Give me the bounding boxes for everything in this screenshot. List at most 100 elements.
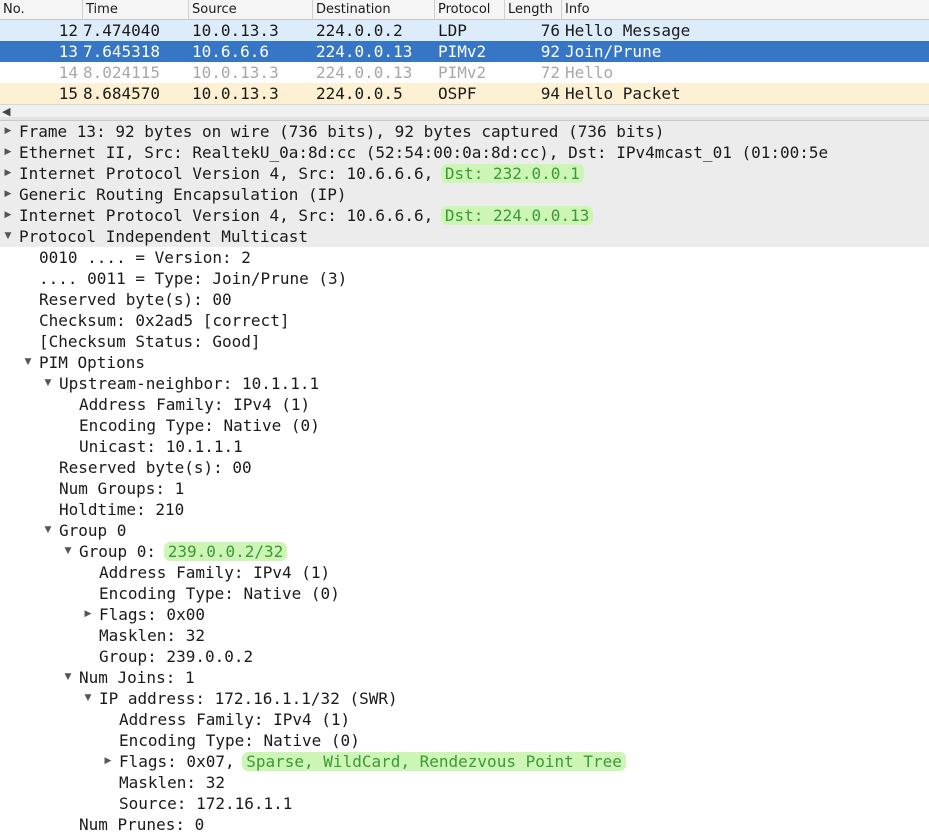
tree-item-encoding-type[interactable]: Encoding Type: Native (0) — [0, 730, 929, 751]
tree-item-group-0[interactable]: ▼ Group 0 — [0, 520, 929, 541]
col-header-destination[interactable]: Destination — [313, 0, 435, 20]
tree-item-reserved[interactable]: Reserved byte(s): 00 — [0, 289, 929, 310]
col-header-source[interactable]: Source — [189, 0, 313, 20]
packet-row[interactable]: 15 8.684570 10.0.13.3 224.0.0.5 OSPF 94 … — [0, 83, 929, 104]
packet-info: Join/Prune — [565, 42, 662, 61]
highlighted-group: 239.0.0.2/32 — [163, 542, 288, 561]
tree-label: Reserved byte(s): 00 — [59, 458, 252, 477]
packet-no: 15 — [58, 84, 78, 103]
packet-time: 8.024115 — [83, 63, 161, 82]
tree-item-group-flags[interactable]: ▶ Flags: 0x00 — [0, 604, 929, 625]
tree-label: Ethernet II, Src: RealtekU_0a:8d:cc (52:… — [19, 143, 829, 162]
tree-item-encoding-type[interactable]: Encoding Type: Native (0) — [0, 415, 929, 436]
tree-item-group-0-address[interactable]: ▼ Group 0: 239.0.0.2/32 — [0, 541, 929, 562]
tree-label: PIM Options — [39, 353, 145, 372]
tree-item-num-groups[interactable]: Num Groups: 1 — [0, 478, 929, 499]
packet-length: 92 — [540, 42, 560, 61]
highlighted-flags: Sparse, WildCard, Rendezvous Point Tree — [242, 752, 626, 771]
packet-length: 72 — [540, 63, 560, 82]
tree-item-address-family[interactable]: Address Family: IPv4 (1) — [0, 709, 929, 730]
tree-label: Upstream-neighbor: 10.1.1.1 — [59, 374, 320, 393]
col-header-protocol[interactable]: Protocol — [435, 0, 505, 20]
collapse-arrow-icon[interactable]: ▼ — [62, 667, 74, 688]
tree-item-type[interactable]: .... 0011 = Type: Join/Prune (3) — [0, 268, 929, 289]
packet-no: 12 — [58, 21, 78, 40]
tree-item-num-prunes[interactable]: Num Prunes: 0 — [0, 814, 929, 835]
expand-arrow-icon[interactable]: ▶ — [2, 163, 14, 184]
tree-item-ipv4-inner[interactable]: ▶ Internet Protocol Version 4, Src: 10.6… — [0, 205, 929, 226]
packet-source: 10.0.13.3 — [192, 63, 279, 82]
col-header-length[interactable]: Length — [505, 0, 562, 20]
packet-row-selected[interactable]: 13 7.645318 10.6.6.6 224.0.0.13 PIMv2 92… — [0, 41, 929, 62]
packet-time: 7.645318 — [83, 42, 161, 61]
tree-item-address-family[interactable]: Address Family: IPv4 (1) — [0, 394, 929, 415]
tree-item-group[interactable]: Group: 239.0.0.2 — [0, 646, 929, 667]
packet-details-tree[interactable]: ▶ Frame 13: 92 bytes on wire (736 bits),… — [0, 121, 929, 839]
tree-label: Group: 239.0.0.2 — [99, 647, 254, 666]
expand-arrow-icon[interactable]: ▶ — [2, 121, 14, 142]
expand-arrow-icon[interactable]: ▶ — [82, 604, 94, 625]
col-header-no[interactable]: No. — [0, 0, 83, 20]
tree-label: Flags: 0x07, — [119, 752, 245, 771]
tree-item-pim-options[interactable]: ▼ PIM Options — [0, 352, 929, 373]
tree-item-encoding-type[interactable]: Encoding Type: Native (0) — [0, 583, 929, 604]
expand-arrow-icon[interactable]: ▶ — [2, 205, 14, 226]
packet-time: 8.684570 — [83, 84, 161, 103]
tree-item-pim[interactable]: ▼ Protocol Independent Multicast — [0, 226, 929, 247]
tree-label: Num Prunes: 0 — [79, 815, 205, 834]
tree-item-frame[interactable]: ▶ Frame 13: 92 bytes on wire (736 bits),… — [0, 121, 929, 142]
tree-item-masklen[interactable]: Masklen: 32 — [0, 772, 929, 793]
tree-label: Group 0: — [79, 542, 166, 561]
tree-label: Reserved byte(s): 00 — [39, 290, 232, 309]
collapse-arrow-icon[interactable]: ▼ — [2, 226, 14, 247]
packet-row[interactable]: 14 8.024115 10.0.13.3 224.0.0.13 PIMv2 7… — [0, 62, 929, 83]
tree-label: Group 0 — [59, 521, 127, 540]
expand-arrow-icon[interactable]: ▶ — [2, 142, 14, 163]
packet-list-header: No. Time Source Destination Protocol Len… — [0, 0, 929, 20]
tree-item-join-flags[interactable]: ▶ Flags: 0x07, Sparse, WildCard, Rendezv… — [0, 751, 929, 772]
expand-arrow-icon[interactable]: ▶ — [102, 751, 114, 772]
tree-label: Encoding Type: Native (0) — [79, 416, 320, 435]
collapse-arrow-icon[interactable]: ▼ — [62, 541, 74, 562]
tree-label: Holdtime: 210 — [59, 500, 185, 519]
col-header-time[interactable]: Time — [83, 0, 189, 20]
packet-protocol: PIMv2 — [438, 63, 487, 82]
col-header-info[interactable]: Info — [562, 0, 929, 20]
packet-destination: 224.0.0.2 — [316, 21, 403, 40]
collapse-arrow-icon[interactable]: ▼ — [42, 520, 54, 541]
tree-label: Num Joins: 1 — [79, 668, 195, 687]
tree-item-ethernet[interactable]: ▶ Ethernet II, Src: RealtekU_0a:8d:cc (5… — [0, 142, 929, 163]
tree-item-checksum-status[interactable]: [Checksum Status: Good] — [0, 331, 929, 352]
packet-row[interactable]: 12 7.474040 10.0.13.3 224.0.0.2 LDP 76 H… — [0, 20, 929, 41]
tree-item-unicast[interactable]: Unicast: 10.1.1.1 — [0, 436, 929, 457]
tree-label: Address Family: IPv4 (1) — [79, 395, 311, 414]
tree-item-ipv4-outer[interactable]: ▶ Internet Protocol Version 4, Src: 10.6… — [0, 163, 929, 184]
tree-item-version[interactable]: 0010 .... = Version: 2 — [0, 247, 929, 268]
packet-source: 10.0.13.3 — [192, 21, 279, 40]
tree-item-source[interactable]: Source: 172.16.1.1 — [0, 793, 929, 814]
packet-no: 14 — [58, 63, 78, 82]
tree-item-masklen[interactable]: Masklen: 32 — [0, 625, 929, 646]
horizontal-scrollbar[interactable]: ◀ — [0, 104, 929, 118]
packet-info: Hello Message — [565, 21, 691, 40]
collapse-arrow-icon[interactable]: ▼ — [42, 373, 54, 394]
tree-item-options-reserved[interactable]: Reserved byte(s): 00 — [0, 457, 929, 478]
tree-label: Frame 13: 92 bytes on wire (736 bits), 9… — [19, 122, 665, 141]
expand-arrow-icon[interactable]: ▶ — [2, 184, 14, 205]
tree-item-upstream-neighbor[interactable]: ▼ Upstream-neighbor: 10.1.1.1 — [0, 373, 929, 394]
packet-protocol: LDP — [438, 21, 467, 40]
collapse-arrow-icon[interactable]: ▼ — [22, 352, 34, 373]
tree-label: Unicast: 10.1.1.1 — [79, 437, 243, 456]
tree-item-gre[interactable]: ▶ Generic Routing Encapsulation (IP) — [0, 184, 929, 205]
packet-destination: 224.0.0.13 — [316, 42, 413, 61]
packet-list[interactable]: No. Time Source Destination Protocol Len… — [0, 0, 929, 118]
tree-item-address-family[interactable]: Address Family: IPv4 (1) — [0, 562, 929, 583]
tree-item-num-joins[interactable]: ▼ Num Joins: 1 — [0, 667, 929, 688]
tree-label: IP address: 172.16.1.1/32 (SWR) — [99, 689, 398, 708]
tree-label: Checksum: 0x2ad5 [correct] — [39, 311, 290, 330]
tree-item-holdtime[interactable]: Holdtime: 210 — [0, 499, 929, 520]
tree-item-ip-address[interactable]: ▼ IP address: 172.16.1.1/32 (SWR) — [0, 688, 929, 709]
tree-item-checksum[interactable]: Checksum: 0x2ad5 [correct] — [0, 310, 929, 331]
collapse-arrow-icon[interactable]: ▼ — [82, 688, 94, 709]
packet-protocol: OSPF — [438, 84, 477, 103]
